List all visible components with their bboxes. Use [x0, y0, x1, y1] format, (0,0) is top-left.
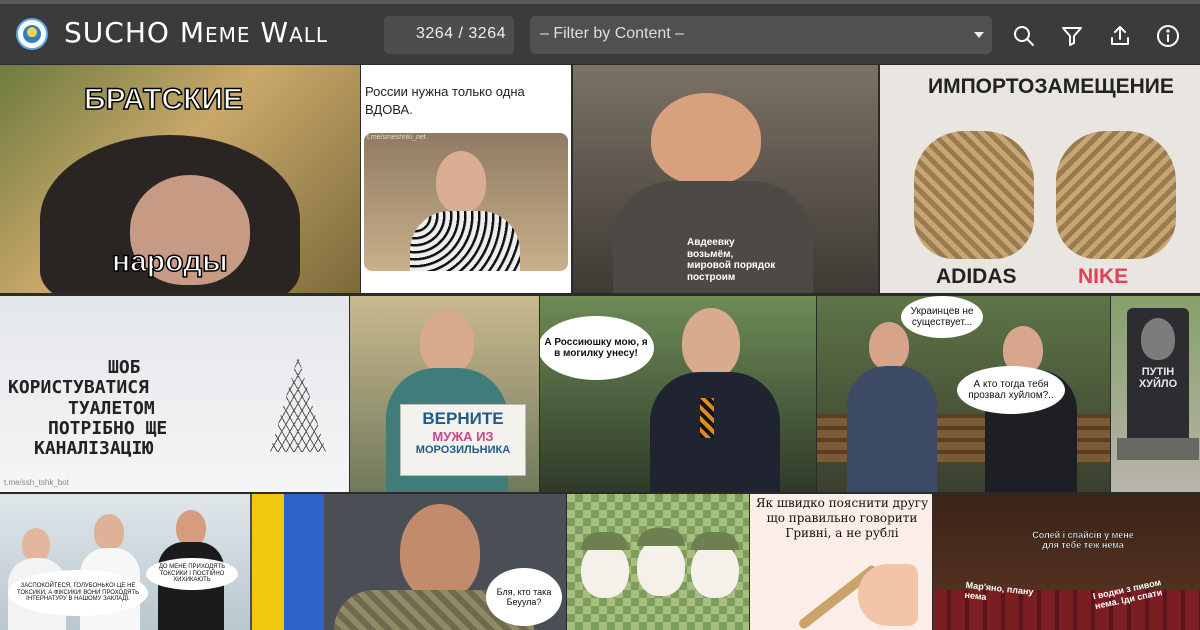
lapti-left: [914, 131, 1034, 259]
speech-bubble: Бля, кто така Беуула?: [486, 568, 562, 626]
avdeevka-line-1: Авдеевку: [687, 237, 735, 248]
meme-tile-vdova[interactable]: России нужна только одна ВДОВА. t.me/sme…: [361, 65, 571, 293]
meme-caption-top: ИМПОРТОЗАМЕЩЕНИЕ: [928, 75, 1174, 98]
meme-tile-gravestone[interactable]: ПУТІН ХУЙЛО: [1111, 296, 1200, 492]
general-face: [400, 504, 480, 600]
sign-line-3: МОРОЗИЛЬНИКА: [415, 444, 511, 456]
meme-tile-rossiyushku[interactable]: А Россиюшку мою, я в могилку унесу!: [540, 296, 816, 492]
content-filter-value: – Filter by Content –: [540, 25, 685, 42]
avdeevka-line-3: мировой порядок: [687, 260, 776, 271]
sucho-logo: [16, 18, 48, 50]
avdeevka-line-4: построим: [687, 271, 736, 283]
chevron-down-icon: [974, 32, 984, 38]
meme-tile-importozameshchenie[interactable]: ИМПОРТОЗАМЕЩЕНИЕ ADIDAS NIKE: [880, 65, 1200, 293]
speech-bubble-1: ЗАСПОКОЙТЕСЯ, ГОЛУБОНЬКО! ЦЕ НЕ ТОКСИКИ,…: [8, 570, 148, 616]
caption-1: Солей і спайсів у мене для тебе теж нема: [1032, 530, 1134, 550]
meme-tile-snow-writing[interactable]: ШОБ КОРИСТУВАТИСЯ ТУАЛЕТОМ ПОТРІБНО ЩЕ К…: [0, 296, 349, 492]
meme-tile-hryvni[interactable]: Як швидко пояснити другу що правильно го…: [750, 494, 932, 630]
woman-face: [420, 310, 474, 374]
dark-suit: [650, 372, 780, 492]
meme-tile-ukraintsev-net[interactable]: Украинцев не существует... А кто тогда т…: [817, 296, 1110, 492]
share-icon[interactable]: [1108, 24, 1132, 48]
info-icon[interactable]: [1156, 24, 1180, 48]
content-filter-select[interactable]: – Filter by Content –: [530, 16, 992, 54]
portrait-etching: [1141, 318, 1175, 360]
putin-body: [847, 366, 937, 492]
speech-bubble-2: А кто тогда тебя прозвал хуйлом?..: [957, 366, 1065, 414]
grave-base: [1117, 438, 1199, 460]
woman-dress: [410, 211, 520, 271]
snow-line-3: ТУАЛЕТОМ: [68, 397, 155, 419]
meme-tile-mariano-nema[interactable]: Солей і спайсів у мене для тебе теж нема…: [933, 494, 1200, 630]
speech-bubble-1: Украинцев не существует...: [901, 296, 983, 338]
meme-text: Як швидко пояснити другу що правильно го…: [755, 496, 929, 540]
meme-caption-top: БРАТСКИЕ: [83, 82, 243, 117]
sign-line-1: ВЕРНИТЕ: [422, 409, 504, 428]
blob-character-2: [637, 538, 685, 596]
top-bar: SUCHO Meme Wall 3264 / 3264 – Filter by …: [0, 0, 1200, 64]
snow-line-1: ШОБ: [108, 357, 141, 378]
app-title: SUCHO Meme Wall: [64, 16, 329, 49]
caption-adidas: ADIDAS: [936, 265, 1017, 288]
meme-counter[interactable]: 3264 / 3264: [384, 16, 514, 54]
protest-sign: ВЕРНИТЕ МУЖА ИЗ МОРОЗИЛЬНИКА: [400, 404, 526, 476]
image-source: t.me/ssh_tshk_bot: [4, 478, 69, 487]
snow-text: ШОБ КОРИСТУВАТИСЯ ТУАЛЕТОМ ПОТРІБНО ЩЕ К…: [8, 357, 168, 460]
tweet-text: России нужна только одна ВДОВА.: [365, 84, 525, 117]
doctor-face: [94, 514, 124, 550]
avdeevka-line-2: возьмём,: [687, 248, 734, 260]
nurse-face: [22, 528, 50, 562]
speech-bubble-2: ДО МЕНЕ ПРИХОДЯТЬ ТОКСИКИ І ПОСТІЙНО ХИХ…: [146, 558, 238, 590]
caption-nike: NIKE: [1078, 265, 1129, 288]
avdeevka-caption: Авдеевку возьмём, мировой порядок постро…: [687, 237, 775, 283]
lapti-right: [1056, 131, 1176, 259]
blob-character-3: [691, 542, 739, 598]
meme-tile-fiksiki[interactable]: ЗАСПОКОЙТЕСЯ, ГОЛУБОНЬКО! ЦЕ НЕ ТОКСИКИ,…: [0, 494, 250, 630]
search-icon[interactable]: [1012, 24, 1036, 48]
woman-face: [436, 151, 486, 213]
cartoon-leg: [858, 564, 918, 626]
filter-icon[interactable]: [1060, 24, 1084, 48]
snow-line-4: ПОТРІБНО ЩЕ: [48, 417, 168, 439]
meme-caption-bottom: народы: [111, 244, 228, 279]
meme-tile-zaluzhnyi[interactable]: Бля, кто така Беуула?: [250, 494, 566, 630]
tweet-photo: t.me/smeshnki_net: [364, 133, 568, 271]
helmet-2: [637, 528, 685, 546]
helmet-1: [581, 532, 629, 550]
speech-bubble: А Россиюшку мою, я в могилку унесу!: [540, 316, 654, 380]
putin-face: [651, 93, 761, 185]
st-george-ribbon: [700, 398, 714, 438]
sign-line-2: МУЖА ИЗ: [432, 429, 494, 444]
blob-character-1: [581, 542, 629, 598]
meme-tile-avdeevka[interactable]: Авдеевку возьмём, мировой порядок постро…: [573, 65, 878, 293]
meme-tile-bratskie[interactable]: БРАТСКИЕ народы: [0, 65, 360, 293]
ukraine-flag-blue: [284, 494, 324, 630]
photo-source: t.me/smeshnki_net: [367, 134, 426, 141]
snow-line-2: КОРИСТУВАТИСЯ: [8, 377, 149, 399]
putin-face: [869, 322, 909, 370]
ukraine-flag-yellow: [252, 494, 284, 630]
putin-face: [682, 308, 740, 378]
gravestone-text: ПУТІН ХУЙЛО: [1138, 366, 1178, 391]
pylon-tower: [270, 356, 326, 452]
meme-tile-morozilnik[interactable]: ВЕРНИТЕ МУЖА ИЗ МОРОЗИЛЬНИКА: [350, 296, 539, 492]
meme-tile-medics-camo[interactable]: [567, 494, 749, 630]
helmet-3: [691, 532, 739, 550]
woman-face: [176, 510, 206, 546]
snow-line-5: КАНАЛІЗАЦІЮ: [34, 438, 154, 460]
